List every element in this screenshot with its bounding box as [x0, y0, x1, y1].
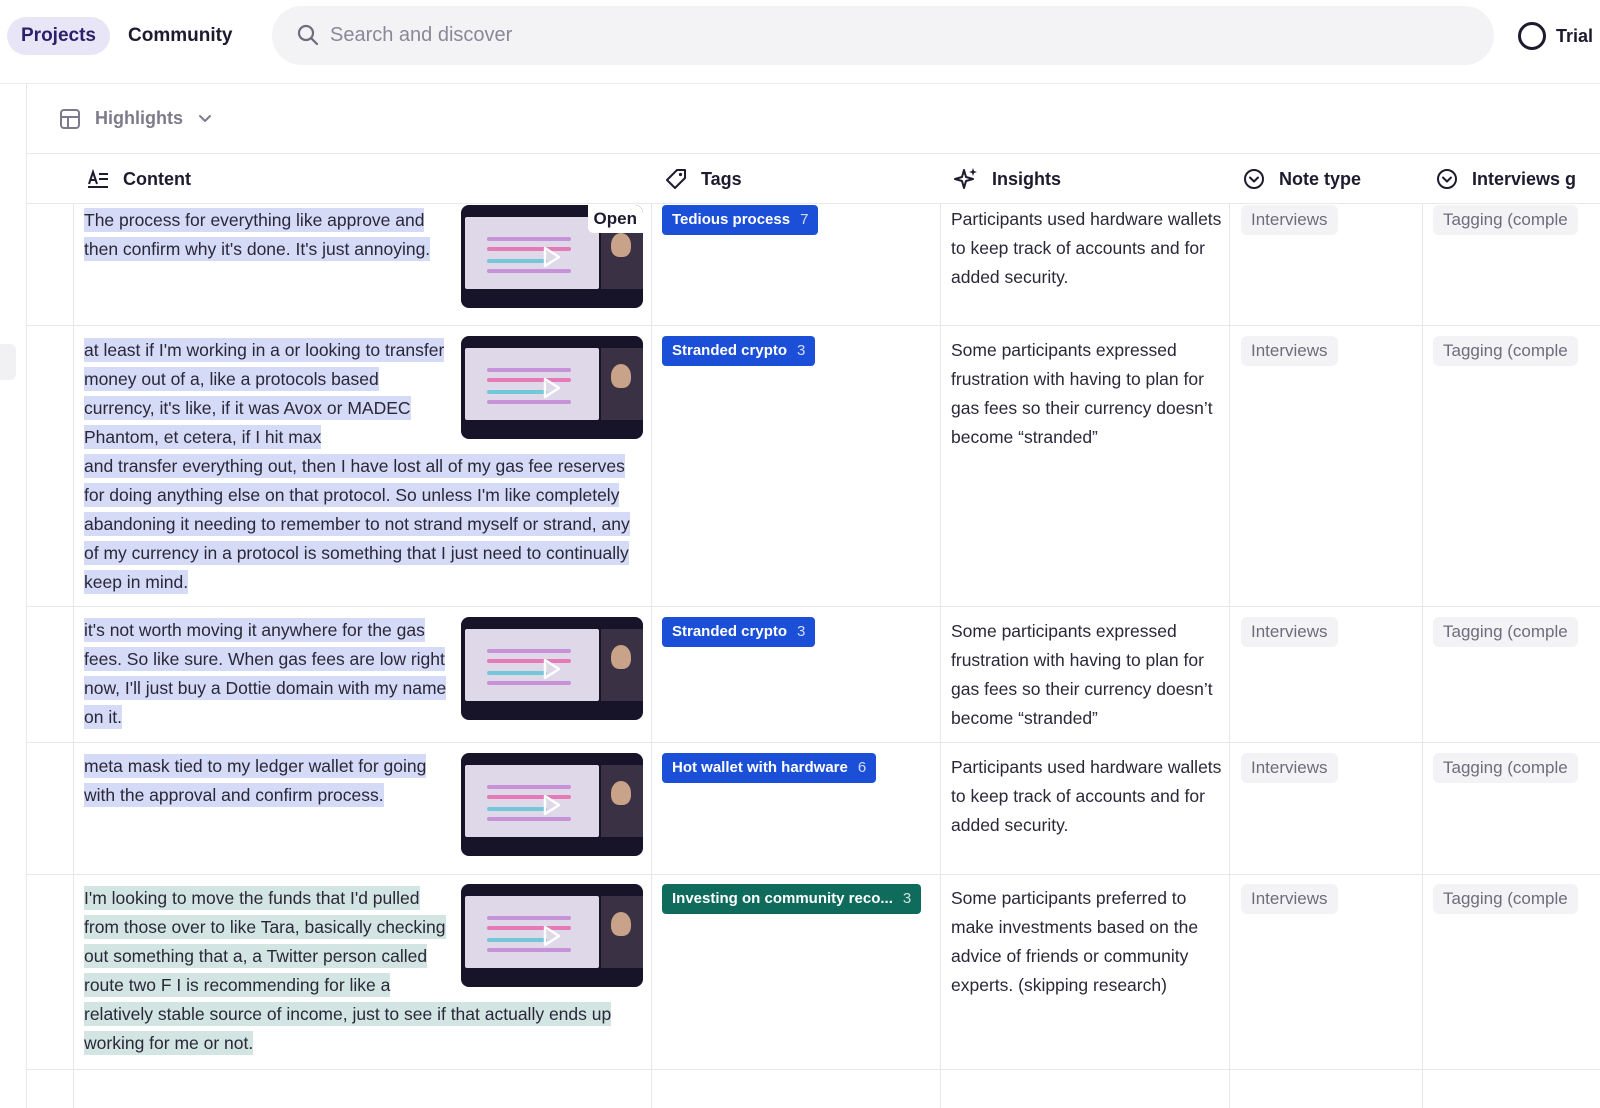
interviews-pill[interactable]: Tagging (comple: [1433, 617, 1578, 647]
video-thumbnail[interactable]: [461, 617, 643, 720]
progress-ring-icon: [1518, 22, 1546, 50]
tag-label: Investing on community reco...: [672, 890, 893, 907]
video-thumbnail[interactable]: Open: [461, 205, 643, 308]
table-header: Content Tags Insights Note type Intervie…: [27, 154, 1600, 204]
tag-chip[interactable]: Hot wallet with hardware 6: [662, 753, 877, 783]
note-type-pill[interactable]: Interviews: [1241, 753, 1338, 783]
table-row[interactable]: I'm looking to move the funds that I'd p…: [27, 875, 1600, 1070]
table-icon: [60, 109, 80, 129]
chevron-down-icon[interactable]: [197, 110, 213, 126]
column-title: Note type: [1279, 168, 1362, 189]
view-bar: Highlights: [27, 84, 1600, 154]
tag-label: Stranded crypto: [672, 623, 788, 640]
column-title: Content: [123, 168, 191, 189]
text-align-icon: [88, 169, 108, 188]
search-bar[interactable]: [272, 6, 1494, 65]
select-circle-icon: [1244, 169, 1264, 189]
note-type-pill[interactable]: Interviews: [1241, 205, 1338, 235]
tag-chip[interactable]: Stranded crypto 3: [662, 336, 816, 366]
interviews-pill[interactable]: Tagging (comple: [1433, 753, 1578, 783]
tag-count: 3: [797, 342, 806, 359]
insight-text[interactable]: Some participants expressed frustration …: [951, 336, 1223, 452]
interviews-pill[interactable]: Tagging (comple: [1433, 336, 1578, 366]
table-row[interactable]: The process for everything like approve …: [27, 204, 1600, 326]
search-icon: [297, 24, 319, 46]
video-thumbnail[interactable]: [461, 336, 643, 439]
note-type-pill[interactable]: Interviews: [1241, 336, 1338, 366]
tag-label: Hot wallet with hardware: [672, 759, 848, 776]
tag-count: 6: [857, 759, 867, 776]
tag-count: 7: [800, 211, 809, 228]
open-button[interactable]: Open: [587, 205, 643, 233]
interviews-pill[interactable]: Tagging (comple: [1433, 205, 1578, 235]
sparkle-icon: [954, 168, 977, 189]
video-thumbnail[interactable]: [461, 753, 643, 856]
insight-text[interactable]: Some participants preferred to make inve…: [951, 884, 1223, 1000]
play-icon[interactable]: [543, 794, 561, 816]
column-header-note-type[interactable]: Note type: [1243, 154, 1361, 204]
tab-projects[interactable]: Projects: [7, 17, 110, 55]
trial-label: Trial: [1556, 25, 1594, 46]
insight-text[interactable]: Participants used hardware wallets to ke…: [951, 753, 1223, 840]
tag-chip[interactable]: Tedious process 7: [662, 205, 819, 235]
play-icon[interactable]: [543, 246, 561, 268]
tag-count: 3: [902, 890, 912, 907]
insight-text[interactable]: Participants used hardware wallets to ke…: [951, 205, 1223, 292]
tag-chip[interactable]: Stranded crypto 3: [662, 617, 816, 647]
tag-label: Tedious process: [672, 211, 791, 228]
note-type-pill[interactable]: Interviews: [1241, 617, 1338, 647]
tag-label: Stranded crypto: [672, 342, 788, 359]
column-title: Insights: [992, 168, 1062, 189]
sidebar-collapse-handle[interactable]: [0, 344, 16, 380]
table-row[interactable]: at least if I'm working in a or looking …: [27, 326, 1600, 607]
trial-status[interactable]: Trial: [1518, 20, 1593, 52]
video-thumbnail[interactable]: [461, 884, 643, 987]
highlight-text[interactable]: The process for everything like approve …: [84, 206, 454, 264]
tag-icon: [666, 169, 686, 189]
top-navigation-bar: Projects Community Trial: [0, 0, 1600, 84]
search-input[interactable]: [330, 6, 1430, 65]
highlight-text[interactable]: meta mask tied to my ledger wallet for g…: [84, 752, 454, 810]
insight-text[interactable]: Some participants expressed frustration …: [951, 617, 1223, 733]
table-row[interactable]: meta mask tied to my ledger wallet for g…: [27, 743, 1600, 875]
highlight-text[interactable]: it's not worth moving it anywhere for th…: [84, 616, 454, 732]
interviews-pill[interactable]: Tagging (comple: [1433, 884, 1578, 914]
tag-count: 3: [797, 623, 806, 640]
column-header-content[interactable]: Content: [87, 154, 191, 204]
tab-community[interactable]: Community: [114, 17, 247, 55]
tag-chip[interactable]: Investing on community reco... 3: [662, 884, 922, 914]
column-header-insights[interactable]: Insights: [954, 154, 1061, 204]
play-icon[interactable]: [543, 925, 561, 947]
view-selector-label[interactable]: Highlights: [95, 108, 183, 129]
column-title: Tags: [701, 168, 742, 189]
column-header-tags[interactable]: Tags: [665, 154, 742, 204]
table-row[interactable]: it's not worth moving it anywhere for th…: [27, 607, 1600, 743]
interviews-column: Tagging (comple Tagging (comple Tagging …: [1423, 154, 1600, 1108]
play-icon[interactable]: [543, 377, 561, 399]
note-type-pill[interactable]: Interviews: [1241, 884, 1338, 914]
play-icon[interactable]: [543, 658, 561, 680]
